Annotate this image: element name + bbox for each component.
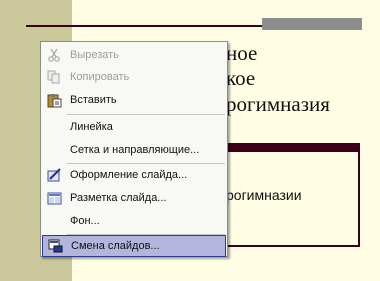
menu-item-copy[interactable]: Копировать [42,66,226,88]
menu-item-slide-layout-label: Разметка слайда... [70,192,167,204]
slide-title-line-3: рогимназия [226,92,330,116]
menu-item-ruler-label: Линейка [70,121,113,133]
menu-item-cut[interactable]: Вырезать [42,44,226,66]
slide-subtitle: рогимназии [226,187,302,203]
menu-item-paste-label: Вставить [70,94,117,106]
scissors-icon [42,44,66,66]
menu-item-background-label: Фон... [70,215,100,227]
slide-design-icon [42,164,66,186]
menu-item-ruler[interactable]: Линейка [42,116,226,138]
menu-item-cut-label: Вырезать [70,49,119,61]
menu-item-slide-transition-label: Смена слайдов... [71,240,160,252]
menu-item-slide-design[interactable]: Оформление слайда... [42,164,226,186]
slide-subtitle-bar [226,143,360,152]
paste-icon [42,89,66,111]
slide-top-accent [262,18,362,30]
context-menu: Вырезать Копировать Вставить Линейка Сет… [40,41,228,257]
menu-item-slide-design-label: Оформление слайда... [70,169,188,181]
slide-title-line-1: ное [226,41,258,65]
menu-item-slide-transition[interactable]: Смена слайдов... [42,235,226,257]
menu-item-copy-label: Копировать [70,71,130,83]
slide-title-line-2: кое [226,66,256,90]
menu-item-slide-layout[interactable]: Разметка слайда... [42,187,226,209]
menu-item-grid-guides-label: Сетка и направляющие... [70,144,200,156]
slide-transition-icon [43,235,67,257]
menu-item-background[interactable]: Фон... [42,210,226,232]
menu-item-paste[interactable]: Вставить [42,89,226,111]
copy-icon [42,66,66,88]
slide-layout-icon [42,187,66,209]
menu-item-grid-guides[interactable]: Сетка и направляющие... [42,139,226,161]
menu-separator [67,114,225,115]
